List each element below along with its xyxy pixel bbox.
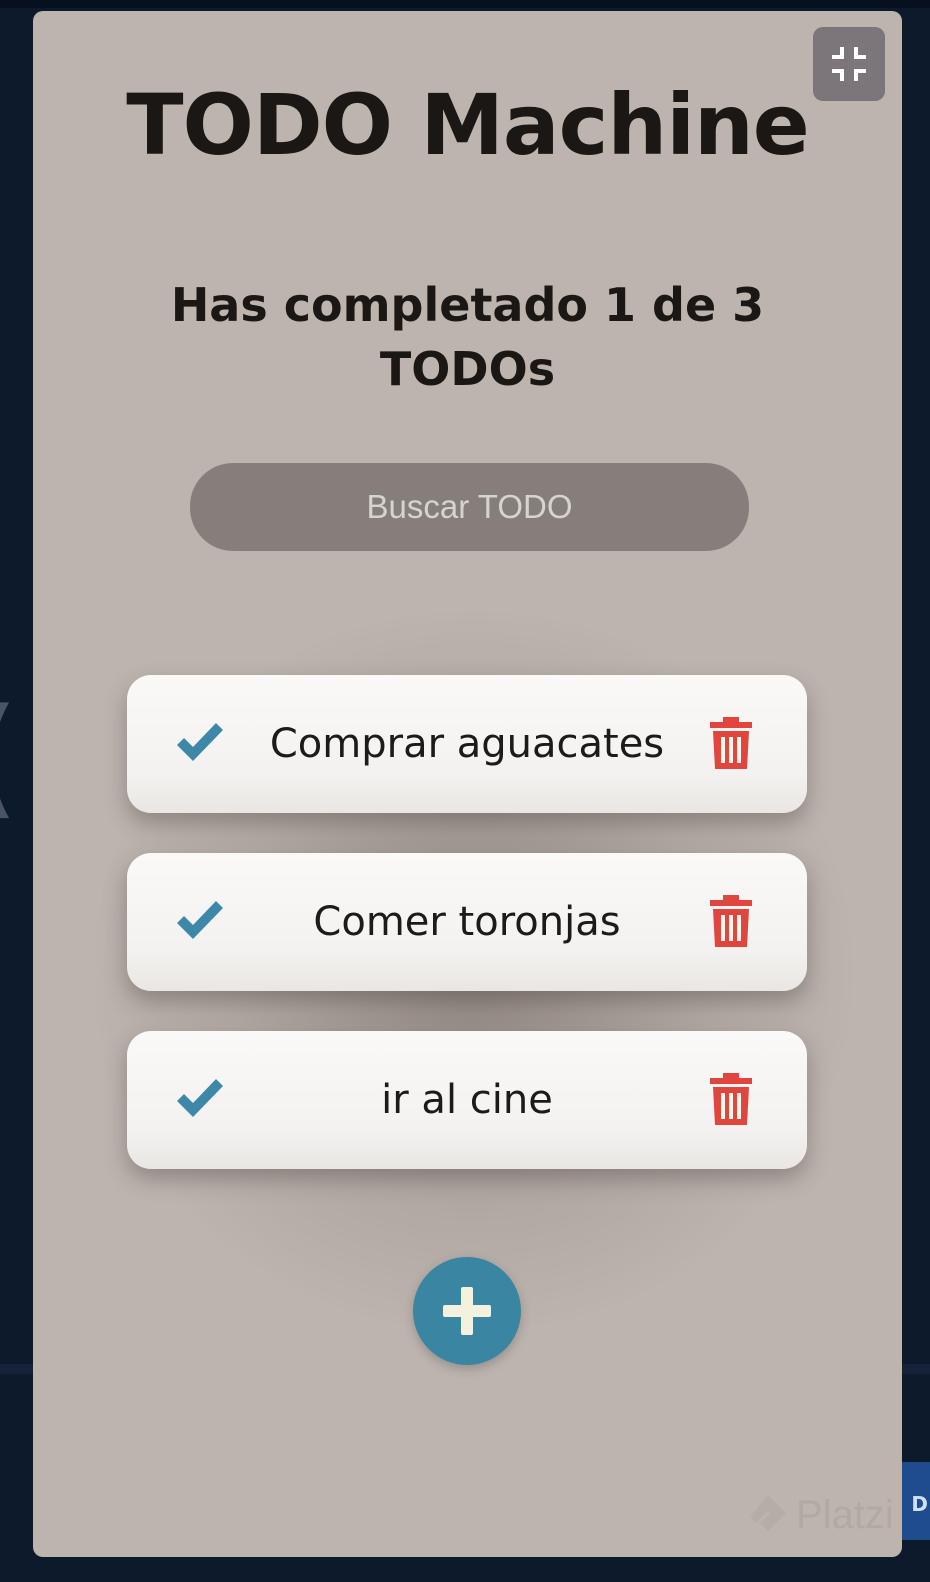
fullscreen-modal: TODO Machine Has completado 1 de 3 TODOs… bbox=[33, 11, 902, 1557]
check-icon[interactable] bbox=[175, 1077, 225, 1121]
trash-icon[interactable] bbox=[709, 717, 753, 769]
platzi-logo-icon bbox=[750, 1495, 786, 1531]
trash-icon[interactable] bbox=[709, 1073, 753, 1125]
check-icon[interactable] bbox=[175, 899, 225, 943]
todo-item: ir al cine bbox=[127, 1031, 807, 1169]
todo-counter: Has completado 1 de 3 TODOs bbox=[170, 278, 765, 396]
todo-text: Comer toronjas bbox=[313, 899, 621, 945]
todo-text: ir al cine bbox=[381, 1077, 553, 1123]
top-strip bbox=[0, 0, 930, 8]
platzi-watermark-text: Platzi bbox=[796, 1492, 894, 1537]
todo-item: Comprar aguacates bbox=[127, 675, 807, 813]
plus-icon bbox=[443, 1287, 491, 1335]
app-title: TODO Machine bbox=[126, 76, 810, 174]
background-glyph: ( bbox=[0, 680, 19, 832]
trash-icon[interactable] bbox=[709, 895, 753, 947]
check-icon[interactable] bbox=[175, 721, 225, 765]
add-todo-button[interactable] bbox=[413, 1257, 521, 1365]
background-side-button: D bbox=[900, 1462, 930, 1540]
search-input[interactable] bbox=[190, 463, 749, 551]
todo-text: Comprar aguacates bbox=[269, 721, 665, 767]
platzi-watermark: Platzi bbox=[748, 1485, 898, 1545]
todo-item: Comer toronjas bbox=[127, 853, 807, 991]
